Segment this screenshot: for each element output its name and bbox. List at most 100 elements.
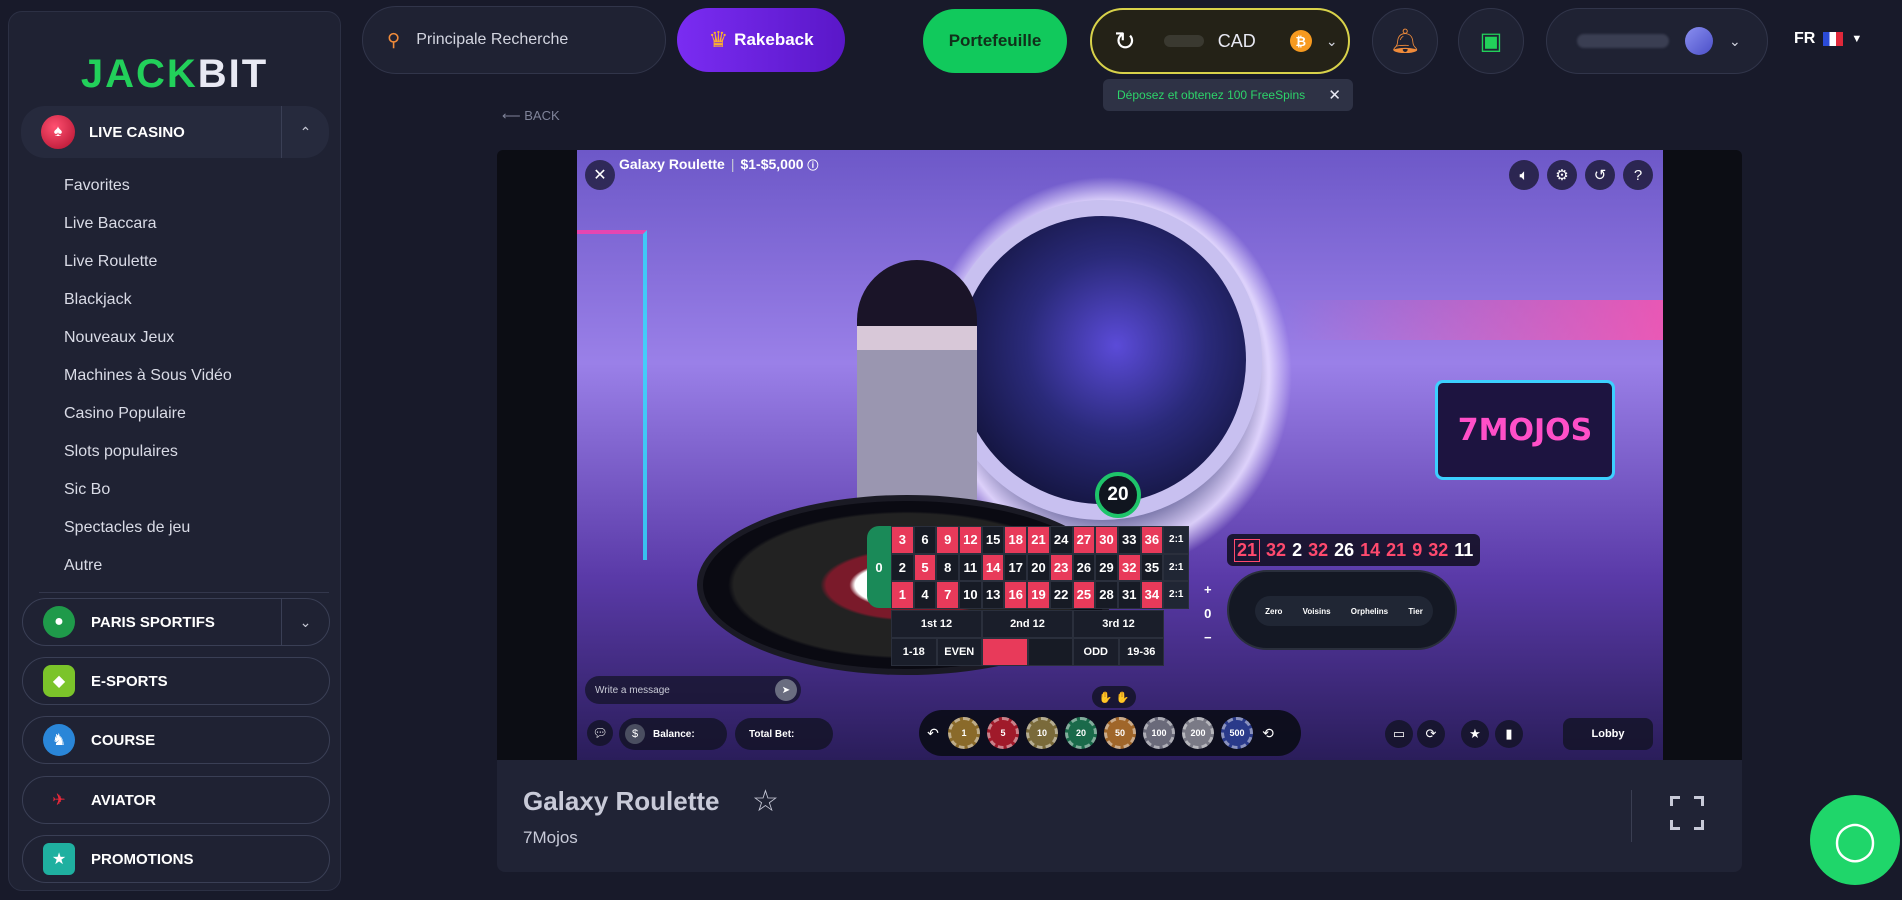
language-selector[interactable]: FR ▼: [1794, 30, 1862, 48]
racetrack-toggle-icon[interactable]: ▭: [1385, 720, 1413, 748]
bet-number-25[interactable]: 25: [1072, 581, 1096, 609]
bet-number-23[interactable]: 23: [1049, 553, 1073, 581]
racetrack-section-voisins[interactable]: Voisins: [1303, 607, 1331, 616]
submenu-item-spectacles[interactable]: Spectacles de jeu: [64, 509, 232, 547]
favorite-star-icon[interactable]: ☆: [752, 784, 779, 819]
chip-5[interactable]: 5: [987, 717, 1019, 749]
game-frame[interactable]: 7MOJOS ✕ Galaxy Roulette | $1-$5,000 ⓘ 🔈︎ …: [497, 150, 1742, 760]
bet-number-22[interactable]: 22: [1049, 581, 1073, 609]
chip-20[interactable]: 20: [1065, 717, 1097, 749]
bet-number-2[interactable]: 2: [891, 553, 914, 581]
bet-number-12[interactable]: 12: [959, 526, 982, 554]
submenu-item-autre[interactable]: Autre: [64, 547, 232, 585]
racetrack[interactable]: Zero Voisins Orphelins Tier: [1227, 570, 1457, 650]
gift-button[interactable]: ▣: [1458, 8, 1524, 74]
bet-number-18[interactable]: 18: [1004, 526, 1028, 554]
bet-number-15[interactable]: 15: [981, 526, 1005, 554]
bet-number-11[interactable]: 11: [959, 553, 982, 581]
bet-number-13[interactable]: 13: [981, 581, 1005, 609]
bet-dozen-2[interactable]: 2nd 12: [982, 610, 1073, 638]
submenu-item-slots-populaires[interactable]: Slots populaires: [64, 433, 232, 471]
bet-number-6[interactable]: 6: [913, 526, 937, 554]
chat-icon[interactable]: 💬︎: [587, 720, 613, 746]
bet-black[interactable]: [1027, 638, 1073, 666]
chip-100[interactable]: 100: [1143, 717, 1175, 749]
bet-odd[interactable]: ODD: [1073, 638, 1119, 666]
bet-dozen-1[interactable]: 1st 12: [891, 610, 982, 638]
nav-paris-sportifs[interactable]: ● PARIS SPORTIFS ⌄: [22, 598, 330, 646]
bet-high[interactable]: 19-36: [1118, 638, 1164, 666]
settings-icon[interactable]: ⚙: [1547, 160, 1577, 190]
refresh-icon[interactable]: ↻: [1114, 26, 1136, 57]
bet-number-30[interactable]: 30: [1095, 526, 1118, 554]
bet-number-4[interactable]: 4: [913, 581, 937, 609]
jackbit-logo[interactable]: JACKBIT: [9, 52, 340, 97]
bet-number-20[interactable]: 20: [1027, 553, 1050, 581]
chevron-up-icon[interactable]: ⌃: [281, 106, 329, 158]
racetrack-section-orphelins[interactable]: Orphelins: [1351, 607, 1388, 616]
rakeback-button[interactable]: ♛ Rakeback: [677, 8, 845, 72]
submenu-item-nouveaux-jeux[interactable]: Nouveaux Jeux: [64, 319, 232, 357]
nav-course[interactable]: ♞ COURSE: [22, 716, 330, 764]
chip-50[interactable]: 50: [1104, 717, 1136, 749]
bet-number-9[interactable]: 9: [936, 526, 960, 554]
minus-button[interactable]: −: [1204, 626, 1212, 650]
bet-number-5[interactable]: 5: [913, 553, 937, 581]
bet-even[interactable]: EVEN: [936, 638, 982, 666]
wallet-button[interactable]: Portefeuille: [923, 9, 1067, 73]
history-icon[interactable]: ↺: [1585, 160, 1615, 190]
close-icon[interactable]: ✕: [1328, 86, 1341, 104]
rebet-icon[interactable]: ⟲: [1260, 725, 1276, 742]
bet-number-8[interactable]: 8: [936, 553, 960, 581]
nav-aviator[interactable]: ✈ AVIATOR: [22, 776, 330, 824]
nav-esports[interactable]: ◆ E-SPORTS: [22, 657, 330, 705]
hand-toggle-icons[interactable]: ✋ ✋: [1092, 686, 1136, 708]
support-chat-button[interactable]: ◯: [1810, 795, 1900, 885]
bet-number-26[interactable]: 26: [1072, 553, 1096, 581]
submenu-item-live-roulette[interactable]: Live Roulette: [64, 243, 232, 281]
fullscreen-icon[interactable]: [1670, 796, 1704, 830]
bet-number-10[interactable]: 10: [959, 581, 982, 609]
bet-number-28[interactable]: 28: [1095, 581, 1118, 609]
bet-number-16[interactable]: 16: [1004, 581, 1028, 609]
close-game-button[interactable]: ✕: [585, 160, 615, 190]
chip-500[interactable]: 500: [1221, 717, 1253, 749]
game-video[interactable]: 7MOJOS ✕ Galaxy Roulette | $1-$5,000 ⓘ 🔈︎ …: [577, 150, 1663, 760]
submenu-item-casino-populaire[interactable]: Casino Populaire: [64, 395, 232, 433]
bet-number-29[interactable]: 29: [1095, 553, 1118, 581]
nav-live-casino[interactable]: ♠ LIVE CASINO ⌃: [21, 106, 329, 158]
bet-number-14[interactable]: 14: [981, 553, 1005, 581]
bet-number-17[interactable]: 17: [1004, 553, 1028, 581]
submenu-item-sic-bo[interactable]: Sic Bo: [64, 471, 232, 509]
sound-icon[interactable]: 🔈︎: [1509, 160, 1539, 190]
racetrack-section-tier[interactable]: Tier: [1408, 607, 1423, 616]
bet-number-19[interactable]: 19: [1027, 581, 1050, 609]
send-icon[interactable]: ➤: [775, 679, 797, 701]
chevron-down-icon[interactable]: ⌄: [281, 599, 329, 645]
bet-dozen-3[interactable]: 3rd 12: [1073, 610, 1164, 638]
bet-column-2to1[interactable]: 2:1: [1163, 553, 1190, 581]
undo-icon[interactable]: ↶: [925, 725, 941, 742]
chat-input[interactable]: Write a message ➤: [585, 676, 801, 704]
bet-red[interactable]: [982, 638, 1028, 666]
chevron-down-icon[interactable]: ⌄: [1326, 33, 1338, 50]
racetrack-section-zero[interactable]: Zero: [1265, 607, 1282, 616]
bet-number-31[interactable]: 31: [1117, 581, 1141, 609]
bet-number-24[interactable]: 24: [1049, 526, 1073, 554]
bet-number-32[interactable]: 32: [1117, 553, 1141, 581]
submenu-item-blackjack[interactable]: Blackjack: [64, 281, 232, 319]
bet-number-36[interactable]: 36: [1140, 526, 1164, 554]
bet-number-3[interactable]: 3: [891, 526, 914, 554]
stats-icon[interactable]: ▮: [1495, 720, 1523, 748]
repeat-bet-icon[interactable]: ⟳: [1417, 720, 1445, 748]
bet-low[interactable]: 1-18: [891, 638, 937, 666]
back-link[interactable]: ⟵ BACK: [502, 108, 560, 124]
bet-number-1[interactable]: 1: [891, 581, 914, 609]
balance-selector[interactable]: ↻ CAD ₿ ⌄: [1090, 8, 1350, 74]
bet-number-35[interactable]: 35: [1140, 553, 1164, 581]
bet-number-7[interactable]: 7: [936, 581, 960, 609]
bet-number-33[interactable]: 33: [1117, 526, 1141, 554]
profile-menu[interactable]: ⌄: [1546, 8, 1768, 74]
chip-1[interactable]: 1: [948, 717, 980, 749]
plus-button[interactable]: +: [1204, 578, 1212, 602]
